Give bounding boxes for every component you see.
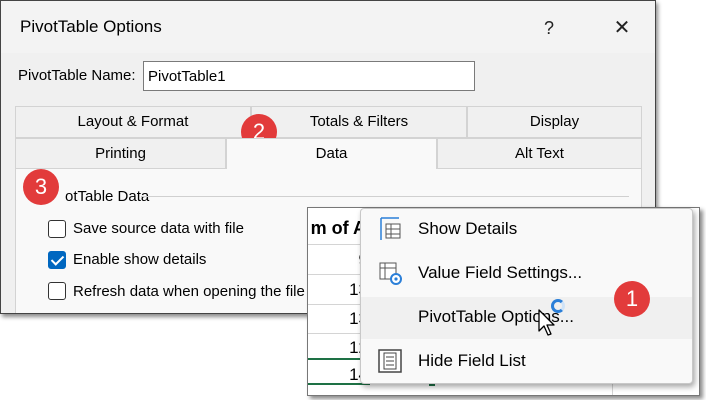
close-button[interactable]: ✕ [602,13,642,43]
menu-label-hide-field-list: Hide Field List [418,351,526,370]
dialog-title: PivotTable Options [20,17,162,36]
pivot-cell[interactable]: 9 [308,250,368,270]
step-badge-1: 1 [614,281,650,317]
save-source-data-label[interactable]: Save source data with file [73,220,244,237]
mouse-pointer-icon [538,309,555,336]
title-bar: PivotTable Options ? ✕ [1,1,655,53]
tab-totals-filters[interactable]: Totals & Filters [251,106,467,138]
pivot-cell-selected[interactable]: 14 [308,365,368,385]
tab-layout-format[interactable]: Layout & Format [15,106,251,138]
pivottable-name-input[interactable] [143,61,475,91]
menu-item-show-details[interactable]: Show Details [361,209,692,251]
menu-label-show-details: Show Details [418,219,518,238]
show-details-icon [380,217,401,240]
menu-item-hide-field-list[interactable]: Hide Field List [361,341,692,383]
refresh-data-label[interactable]: Refresh data when opening the file [73,283,305,300]
tab-data[interactable]: Data [226,138,437,169]
pivottable-name-label: PivotTable Name: [18,67,136,84]
tab-alt-text[interactable]: Alt Text [437,138,642,170]
pivot-cell[interactable]: 13 [308,280,368,300]
tab-display[interactable]: Display [467,106,642,138]
help-button[interactable]: ? [529,13,569,43]
row-divider [308,244,368,245]
enable-show-details-checkbox[interactable] [48,251,66,269]
field-list-icon [378,349,402,373]
save-source-data-checkbox[interactable] [48,220,66,238]
group-divider [141,196,629,197]
enable-show-details-label[interactable]: Enable show details [73,251,206,268]
pivot-cell[interactable]: 13 [308,309,368,329]
row-divider [308,333,368,334]
column-header-sum-of: m of A [310,218,366,238]
tab-printing[interactable]: Printing [15,138,226,170]
refresh-data-checkbox[interactable] [48,282,66,300]
group-label-pivottable-data: otTable Data [65,188,150,205]
row-divider [308,304,368,305]
row-divider [308,274,368,275]
step-badge-3: 3 [23,169,59,205]
pivot-cell[interactable]: 12 [308,338,368,358]
menu-label-value-field-settings: Value Field Settings... [418,263,583,282]
value-field-settings-icon [379,262,402,285]
